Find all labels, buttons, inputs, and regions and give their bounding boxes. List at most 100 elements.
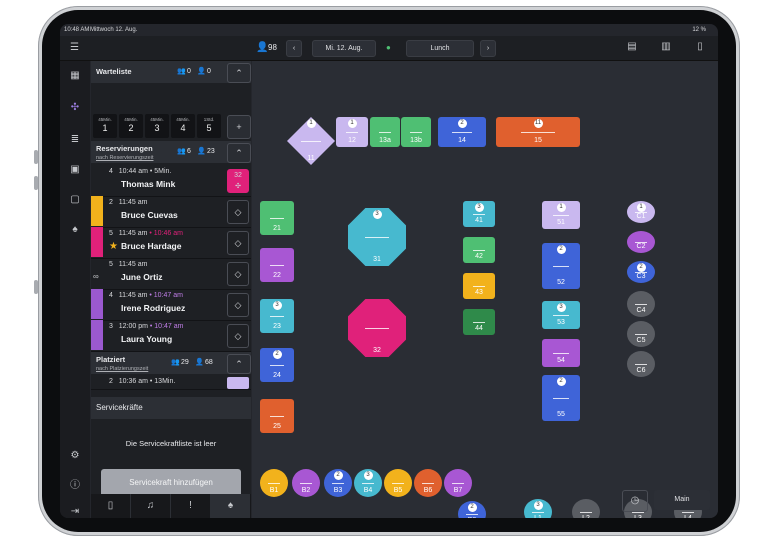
reservation-row[interactable]: 3 12:00 pm • 10:47 am Laura Young ◇: [91, 320, 251, 352]
table-divider: [632, 512, 644, 513]
tables-icon[interactable]: ✣: [68, 103, 82, 113]
table-number: B7: [453, 487, 463, 494]
table-14[interactable]: 2 14: [438, 117, 486, 147]
menu-icon[interactable]: ☰: [70, 43, 79, 53]
table-b8[interactable]: 2 B8: [458, 501, 486, 518]
guestbook-icon[interactable]: ▢: [68, 195, 82, 205]
reservation-row[interactable]: 4 11:45 am • 10:47 am Irene Rodriguez ◇: [91, 289, 251, 321]
alert-tab-icon[interactable]: !: [171, 494, 211, 518]
logout-icon[interactable]: ⇥: [68, 507, 82, 517]
table-guest-count: 3: [363, 471, 373, 480]
table-c4[interactable]: C4: [627, 291, 655, 317]
add-staff-button[interactable]: Servicekraft hinzufügen: [101, 469, 241, 497]
table-12[interactable]: 1 12: [336, 117, 368, 147]
list-view-icon[interactable]: ▤: [626, 42, 638, 52]
next-day-button[interactable]: ›: [480, 40, 496, 57]
table-22[interactable]: 22: [260, 248, 294, 282]
table-42[interactable]: 42: [463, 237, 495, 263]
table-31[interactable]: 3 31: [348, 208, 406, 266]
table-c6[interactable]: C6: [627, 351, 655, 377]
seated-row[interactable]: 2 10:36 am • 13Min.: [91, 375, 251, 390]
table-23[interactable]: 3 23: [260, 299, 294, 333]
waitlist-slot[interactable]: 45Min. 4: [171, 114, 195, 138]
seat-button[interactable]: ◇: [227, 262, 249, 286]
table-divider: [635, 364, 647, 365]
table-c2[interactable]: C2: [627, 231, 655, 253]
table-43[interactable]: 43: [463, 273, 495, 299]
table-divider: [553, 315, 569, 316]
service-bell-icon[interactable]: ♠: [68, 225, 82, 235]
add-waitlist-button[interactable]: +: [227, 115, 251, 139]
table-55[interactable]: 2 55: [542, 375, 580, 421]
settings-icon[interactable]: ⚙: [68, 451, 82, 461]
reservations-title: Reservierungen: [96, 144, 153, 153]
table-l2[interactable]: L2: [572, 499, 600, 518]
table-divider: [422, 483, 434, 484]
bell-tab-icon[interactable]: ♫: [131, 494, 171, 518]
previous-day-button[interactable]: ‹: [286, 40, 302, 57]
person-icon: 👤: [195, 359, 204, 366]
reservation-row[interactable]: 5 11:45 am • 10:46 am ★ Bruce Hardage ◇: [91, 227, 251, 259]
shift-selector[interactable]: Lunch: [406, 40, 474, 57]
slot-size: 5: [206, 123, 212, 133]
table-21[interactable]: 21: [260, 201, 294, 235]
table-divider: [300, 483, 312, 484]
floorplan-icon[interactable]: ▦: [68, 71, 82, 81]
reservation-row[interactable]: ∞ 5 11:45 am June Ortiz ◇: [91, 258, 251, 290]
table-l1[interactable]: 3 L1: [524, 499, 552, 518]
reservation-row[interactable]: 4 10:44 am • 5Min. Thomas Mink 32 ✣: [91, 165, 251, 197]
voicemail-icon: ∞: [93, 272, 99, 281]
seated-guests: 68: [205, 359, 213, 366]
waitlist-slot[interactable]: 1Std. 5: [197, 114, 221, 138]
clipboard-icon[interactable]: ▥: [660, 42, 672, 52]
seat-button[interactable]: ◇: [227, 231, 249, 255]
room-selector[interactable]: Main: [654, 490, 710, 510]
seated-sort[interactable]: nach Platzierungszeit: [96, 366, 148, 372]
table-c1[interactable]: 1 C1: [627, 201, 655, 223]
table-b1[interactable]: B1: [260, 469, 288, 497]
seat-button[interactable]: ◇: [227, 324, 249, 348]
table-51[interactable]: 1 51: [542, 201, 580, 229]
table-b6[interactable]: B6: [414, 469, 442, 497]
table-b4[interactable]: 3 B4: [354, 469, 382, 497]
waitlist-slot[interactable]: 45Min. 1: [93, 114, 117, 138]
table-13b[interactable]: 13b: [401, 117, 431, 147]
assigned-table-badge[interactable]: 32 ✣: [227, 169, 249, 193]
collapse-seated-button[interactable]: ⌃: [227, 354, 251, 374]
table-b5[interactable]: B5: [384, 469, 412, 497]
waitlist-slot[interactable]: 45Min. 2: [119, 114, 143, 138]
document-tab-icon[interactable]: ▯: [91, 494, 131, 518]
table-44[interactable]: 44: [463, 309, 495, 335]
seat-button[interactable]: ◇: [227, 200, 249, 224]
seated-time: 10:36 am • 13Min.: [118, 378, 176, 385]
table-32[interactable]: 32: [348, 299, 406, 357]
table-c3[interactable]: 2 C3: [627, 261, 655, 283]
table-b3[interactable]: 2 B3: [324, 469, 352, 497]
reservations-sort[interactable]: nach Reservierungszeit: [96, 155, 153, 161]
service-tab-icon[interactable]: ♠: [211, 494, 250, 518]
table-c5[interactable]: C5: [627, 321, 655, 347]
reservation-row[interactable]: 2 11:45 am Bruce Cuevas ◇: [91, 196, 251, 228]
seated-table-badge[interactable]: [227, 377, 249, 389]
table-24[interactable]: 2 24: [260, 348, 294, 382]
table-52[interactable]: 2 52: [542, 243, 580, 289]
book-icon[interactable]: ▯: [694, 42, 706, 52]
date-selector[interactable]: Mi. 12. Aug.: [312, 40, 376, 57]
table-54[interactable]: 54: [542, 339, 580, 367]
seat-button[interactable]: ◇: [227, 293, 249, 317]
collapse-waitlist-button[interactable]: ⌃: [227, 63, 251, 83]
collapse-reservations-button[interactable]: ⌃: [227, 143, 251, 163]
info-icon[interactable]: ⓘ: [68, 481, 82, 491]
table-11[interactable]: 1 11: [287, 117, 335, 165]
clock-icon[interactable]: ◷: [622, 490, 648, 512]
table-25[interactable]: 25: [260, 399, 294, 433]
waitlist-slot[interactable]: 45Min. 3: [145, 114, 169, 138]
table-b7[interactable]: B7: [444, 469, 472, 497]
table-b2[interactable]: B2: [292, 469, 320, 497]
table-53[interactable]: 3 53: [542, 301, 580, 329]
grid-icon[interactable]: ▣: [68, 165, 82, 175]
table-41[interactable]: 3 41: [463, 201, 495, 227]
timeline-icon[interactable]: ≣: [68, 135, 82, 145]
table-15[interactable]: 11 15: [496, 117, 580, 147]
table-13a[interactable]: 13a: [370, 117, 400, 147]
